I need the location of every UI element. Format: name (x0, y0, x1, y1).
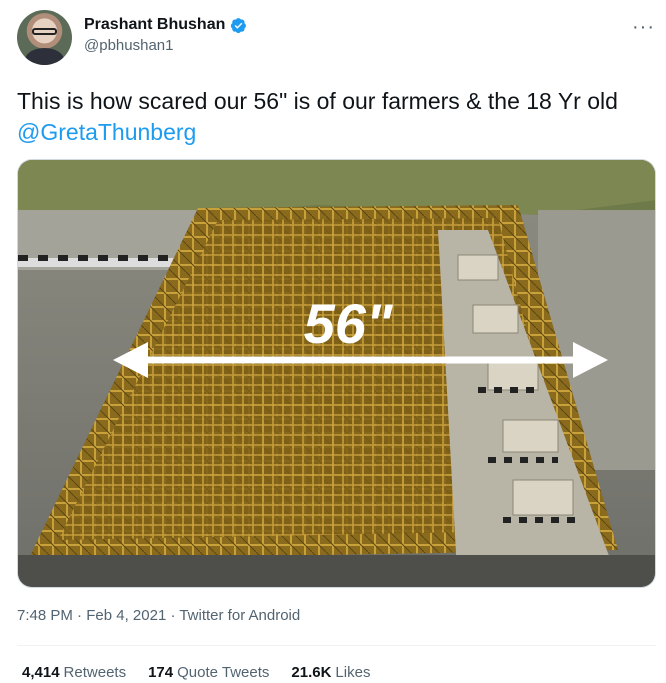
image-overlay-text: 56" (304, 292, 394, 355)
name-row: Prashant Bhushan (84, 16, 247, 34)
meta-separator-1: · (72, 607, 87, 624)
avatar-glasses (32, 28, 57, 35)
quote-tweets-label: Quote Tweets (177, 664, 270, 681)
tweet-meta: 7:48 PM · Feb 4, 2021 · Twitter for Andr… (17, 607, 300, 624)
retweets-stat[interactable]: 4,414 Retweets (22, 664, 126, 681)
tweet-body: This is how scared our 56" is of our far… (17, 88, 618, 114)
likes-count: 21.6K (291, 664, 332, 681)
likes-label: Likes (335, 664, 371, 681)
author-handle[interactable]: @pbhushan1 (84, 37, 247, 54)
quote-tweets-count: 174 (148, 664, 174, 681)
more-options-icon[interactable]: ··· (632, 16, 655, 39)
tweet-photo[interactable]: 56" (17, 159, 656, 588)
retweets-label: Retweets (63, 664, 127, 681)
tweet-text: This is how scared our 56" is of our far… (17, 86, 657, 148)
avatar-shirt (25, 48, 64, 65)
divider (17, 645, 656, 646)
likes-stat[interactable]: 21.6K Likes (291, 664, 370, 681)
tweet-source[interactable]: Twitter for Android (179, 607, 300, 624)
retweets-count: 4,414 (22, 664, 60, 681)
author-display-name[interactable]: Prashant Bhushan (84, 16, 225, 34)
author-block: Prashant Bhushan @pbhushan1 (84, 16, 247, 54)
mention-link[interactable]: @GretaThunberg (17, 119, 196, 145)
barricade-photo: 56" (18, 160, 655, 587)
meta-separator-2: · (166, 607, 180, 624)
tweet-stats: 4,414 Retweets 174 Quote Tweets 21.6K Likes (22, 664, 370, 681)
tweet-header: Prashant Bhushan @pbhushan1 ··· (17, 10, 657, 66)
avatar[interactable] (17, 10, 72, 65)
tweet-time[interactable]: 7:48 PM (17, 607, 73, 624)
quote-tweets-stat[interactable]: 174 Quote Tweets (148, 664, 269, 681)
verified-badge-icon (231, 17, 247, 33)
tweet-date[interactable]: Feb 4, 2021 (86, 607, 166, 624)
